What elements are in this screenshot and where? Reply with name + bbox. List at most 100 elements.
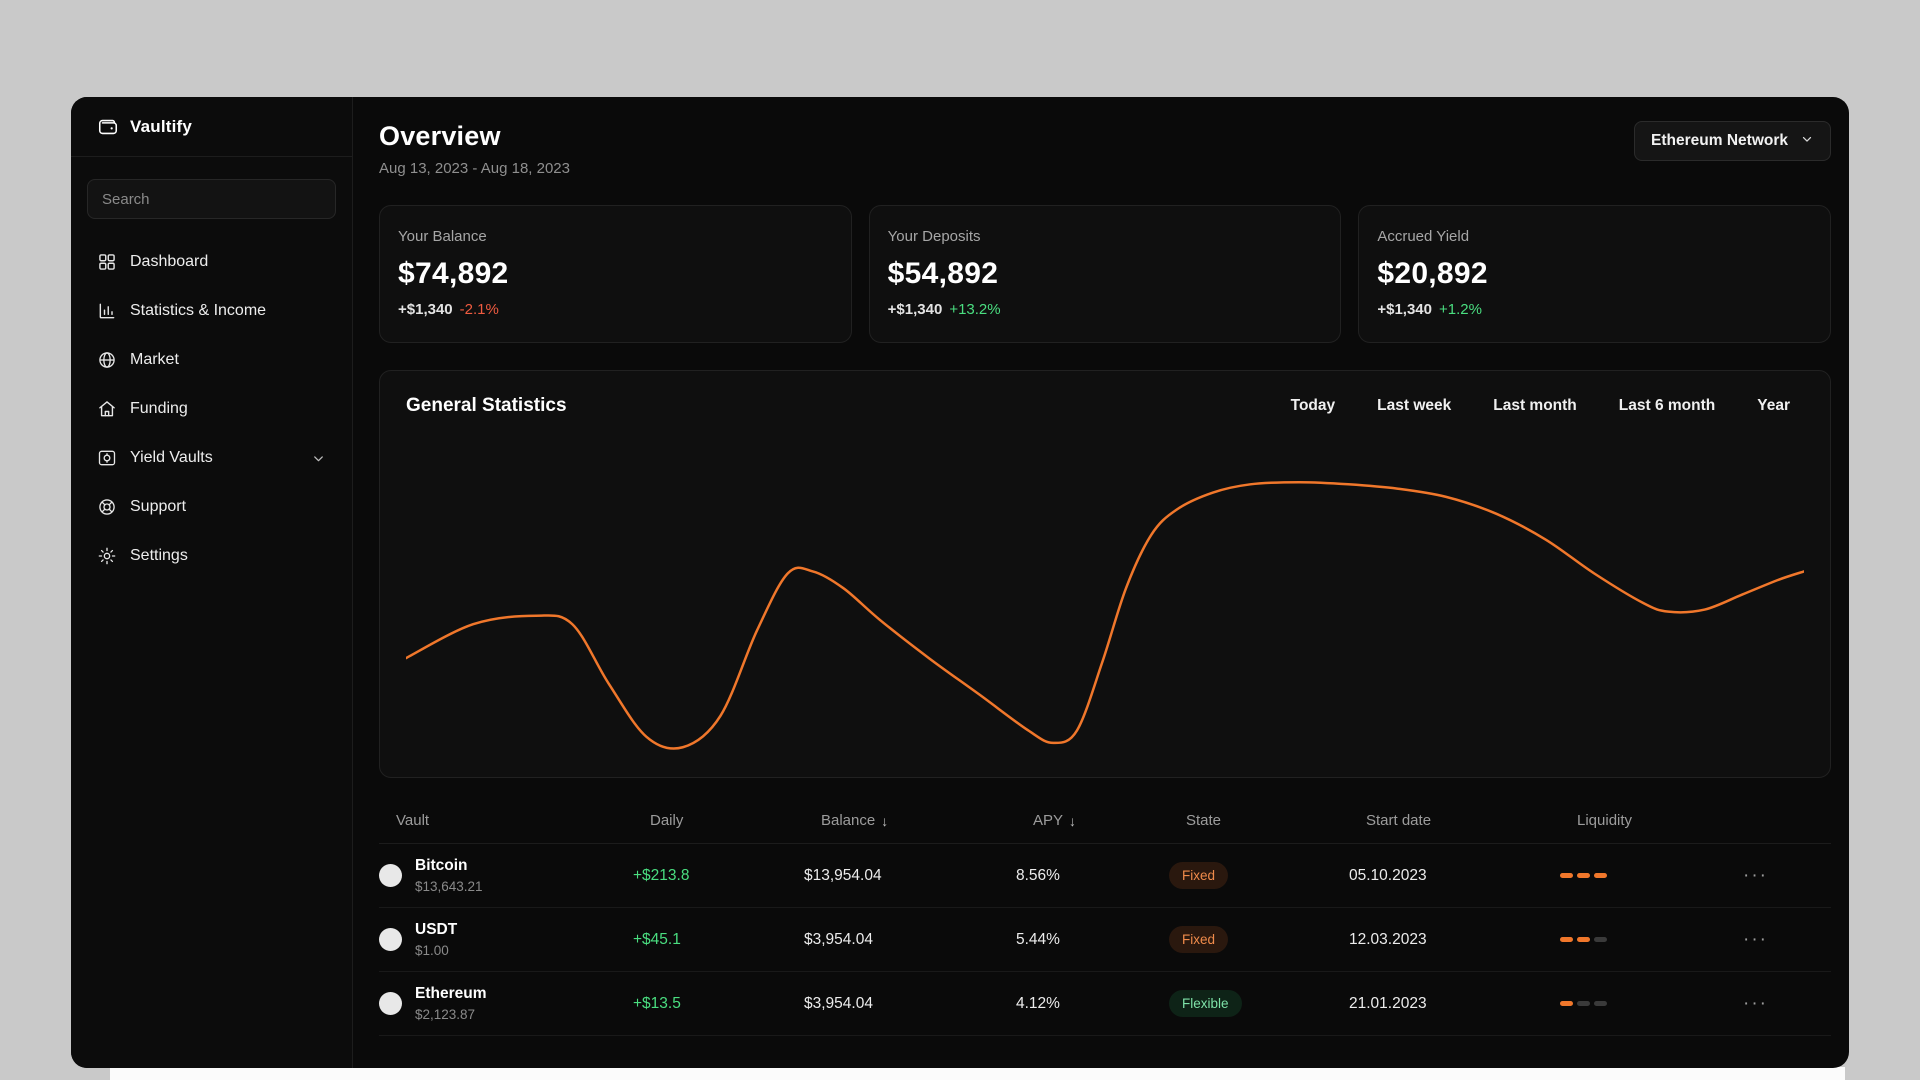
stat-label: Accrued Yield xyxy=(1377,228,1470,245)
coin-icon xyxy=(379,928,402,951)
stat-change-amount: +$1,340 xyxy=(398,301,453,318)
row-menu-button[interactable]: ··· xyxy=(1743,993,1768,1014)
balance-value: $13,954.04 xyxy=(804,866,882,884)
date-range: Aug 13, 2023 - Aug 18, 2023 xyxy=(379,160,570,177)
stat-card-balance: Your Balance $74,892 +$1,340 -2.1% xyxy=(379,205,852,343)
chart-title: General Statistics xyxy=(406,395,567,416)
app-window: Vaultify Dashboard xyxy=(71,97,1849,1068)
column-header-state: State xyxy=(1186,812,1222,829)
stat-value: $20,892 xyxy=(1377,257,1488,290)
stat-card-deposits: Your Deposits $54,892 +$1,340 +13.2% xyxy=(868,205,1342,343)
start-date: 21.01.2023 xyxy=(1349,994,1427,1012)
chart-range-tabs: Today Last week Last month Last 6 month … xyxy=(1291,397,1804,415)
sidebar-item-support[interactable]: Support xyxy=(83,484,340,530)
vault-icon xyxy=(97,448,117,468)
main-content: Overview Aug 13, 2023 - Aug 18, 2023 Eth… xyxy=(353,97,1849,1068)
stat-change-percent: +13.2% xyxy=(949,301,1001,318)
vault-price: $13,643.21 xyxy=(415,879,483,894)
table-row-usdt[interactable]: USDT $1.00 +$45.1 $3,954.04 5.44% Fixed … xyxy=(379,908,1831,972)
tab-last-month[interactable]: Last month xyxy=(1493,397,1577,415)
tab-today[interactable]: Today xyxy=(1291,397,1336,415)
daily-change: +$13.5 xyxy=(633,994,681,1012)
coin-icon xyxy=(379,864,402,887)
sort-desc-icon: ↓ xyxy=(1069,812,1077,829)
sidebar-item-yield-vaults[interactable]: Yield Vaults xyxy=(83,435,340,481)
table-header-row: Vault Daily Balance ↓ APY ↓ State Start … xyxy=(379,796,1831,844)
sidebar-item-market[interactable]: Market xyxy=(83,337,340,383)
sidebar-item-label: Funding xyxy=(130,400,188,417)
sidebar-item-label: Settings xyxy=(130,547,188,564)
dashboard-grid-icon xyxy=(97,252,117,272)
column-header-daily: Daily xyxy=(650,812,684,829)
stat-label: Your Deposits xyxy=(887,228,981,245)
app-name: Vaultify xyxy=(130,116,193,136)
stat-change-percent: -2.1% xyxy=(459,301,499,318)
gear-icon xyxy=(97,546,117,566)
balance-value: $3,954.04 xyxy=(804,930,873,948)
network-selector-button[interactable]: Ethereum Network xyxy=(1634,121,1831,161)
column-header-liquidity: Liquidity xyxy=(1577,812,1633,829)
column-header-vault: Vault xyxy=(396,812,430,829)
sidebar-item-label: Market xyxy=(130,351,179,368)
bar-chart-icon xyxy=(97,301,117,321)
tab-last-6-month[interactable]: Last 6 month xyxy=(1619,397,1715,415)
vault-name: Bitcoin xyxy=(415,857,468,874)
sidebar: Vaultify Dashboard xyxy=(71,97,353,1068)
row-menu-button[interactable]: ··· xyxy=(1743,929,1768,950)
stat-change-amount: +$1,340 xyxy=(887,301,943,318)
start-date: 05.10.2023 xyxy=(1349,866,1427,884)
sidebar-item-label: Dashboard xyxy=(130,253,209,270)
apy-value: 4.12% xyxy=(1016,994,1060,1012)
stat-change-percent: +1.2% xyxy=(1438,301,1482,318)
sidebar-item-statistics-income[interactable]: Statistics & Income xyxy=(83,288,340,334)
apy-value: 5.44% xyxy=(1016,930,1060,948)
tab-last-week[interactable]: Last week xyxy=(1377,397,1451,415)
vault-price: $1.00 xyxy=(415,943,449,958)
vault-name: USDT xyxy=(415,921,458,938)
wallet-logo-icon xyxy=(97,116,119,138)
daily-change: +$45.1 xyxy=(633,930,681,948)
vault-price: $2,123.87 xyxy=(415,1007,476,1022)
sidebar-nav: Dashboard Statistics & Income Market Fun… xyxy=(71,227,352,591)
liquidity-indicator xyxy=(1560,873,1743,878)
table-row-bitcoin[interactable]: Bitcoin $13,643.21 +$213.8 $13,954.04 8.… xyxy=(379,844,1831,908)
stat-card-accrued-yield: Accrued Yield $20,892 +$1,340 +1.2% xyxy=(1358,205,1832,343)
app-logo: Vaultify xyxy=(71,97,352,157)
stat-change-amount: +$1,340 xyxy=(1377,301,1432,318)
general-statistics-card: General Statistics Today Last week Last … xyxy=(379,370,1831,778)
column-header-start-date: Start date xyxy=(1366,812,1432,829)
home-icon xyxy=(97,399,117,419)
balance-value: $3,954.04 xyxy=(804,994,873,1012)
chevron-down-icon xyxy=(311,451,326,466)
column-header-balance[interactable]: Balance ↓ xyxy=(821,812,1033,829)
globe-icon xyxy=(97,350,117,370)
line-chart xyxy=(406,433,1804,852)
daily-change: +$213.8 xyxy=(633,866,690,884)
background-page-edge xyxy=(110,1067,1845,1080)
apy-value: 8.56% xyxy=(1016,866,1060,884)
row-menu-button[interactable]: ··· xyxy=(1743,865,1768,886)
sidebar-item-settings[interactable]: Settings xyxy=(83,533,340,579)
page-header: Overview Aug 13, 2023 - Aug 18, 2023 Eth… xyxy=(379,121,1831,177)
state-badge: Fixed xyxy=(1169,862,1229,889)
sort-desc-icon: ↓ xyxy=(881,812,889,829)
sidebar-item-funding[interactable]: Funding xyxy=(83,386,340,432)
sidebar-item-label: Yield Vaults xyxy=(130,449,213,466)
vaults-table: Vault Daily Balance ↓ APY ↓ State Start … xyxy=(379,796,1831,1036)
desktop-background: { "app": { "name": "Vaultify" }, "colors… xyxy=(0,0,1920,1080)
sidebar-item-dashboard[interactable]: Dashboard xyxy=(83,239,340,285)
search-input[interactable] xyxy=(87,179,336,219)
stat-value: $54,892 xyxy=(887,257,999,290)
column-header-apy[interactable]: APY ↓ xyxy=(1033,812,1186,829)
network-selector-label: Ethereum Network xyxy=(1651,132,1788,149)
chevron-down-icon xyxy=(1800,132,1814,151)
liquidity-indicator xyxy=(1560,937,1743,942)
sidebar-item-label: Statistics & Income xyxy=(130,302,267,319)
lifebuoy-icon xyxy=(97,497,117,517)
table-row-ethereum[interactable]: Ethereum $2,123.87 +$13.5 $3,954.04 4.12… xyxy=(379,972,1831,1036)
liquidity-indicator xyxy=(1560,1001,1743,1006)
vault-name: Ethereum xyxy=(415,985,487,1002)
sidebar-item-label: Support xyxy=(130,498,187,515)
page-title: Overview xyxy=(379,121,501,151)
tab-year[interactable]: Year xyxy=(1757,397,1790,415)
